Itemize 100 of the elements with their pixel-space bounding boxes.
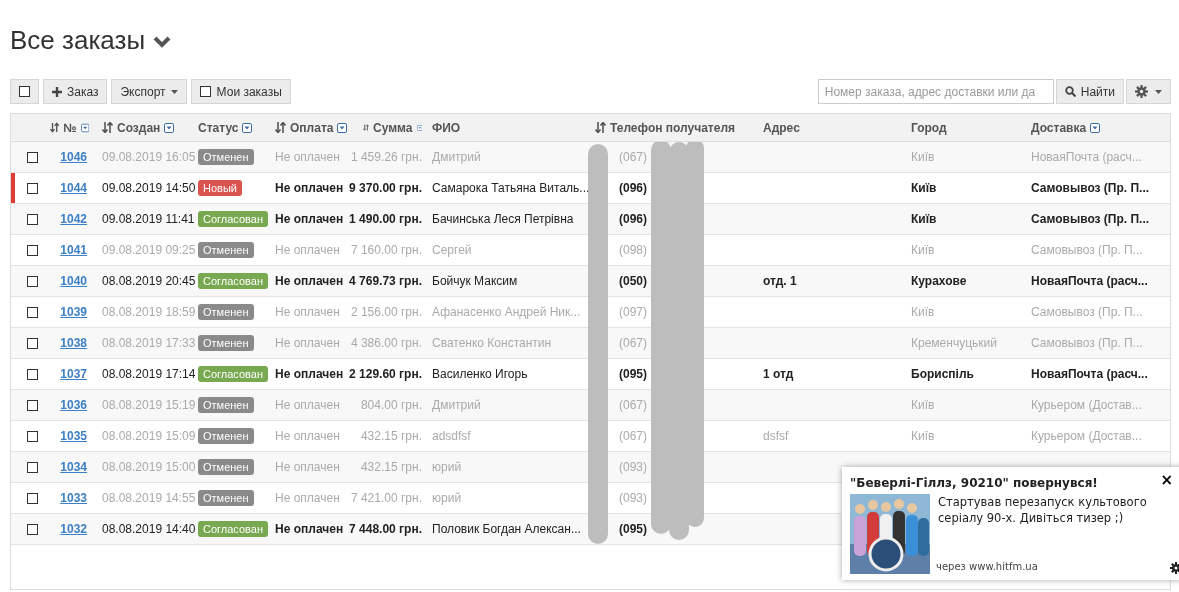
chevron-down-icon[interactable] [153, 36, 172, 48]
table-cell: (067) [619, 398, 647, 412]
status-badge: Отменен [198, 149, 254, 165]
status-badge: Согласован [198, 366, 269, 382]
checkbox[interactable] [19, 86, 30, 97]
column-header[interactable]: Доставка [1031, 120, 1170, 135]
table-cell: Київ [911, 243, 935, 257]
table-cell: Сергей [432, 243, 472, 257]
notification-popup[interactable]: "Беверлі-Гіллз, 90210" повернувся! Стартував перезапуск культового серіалу 90-х. Дивіться тизер ;) через www.hitfm.ua × [842, 467, 1179, 580]
order-link[interactable]: 1046 [60, 150, 87, 164]
order-link[interactable]: 1033 [60, 491, 87, 505]
table-row[interactable]: 1046 09.08.2019 16:05 Отменен Не оплачен 1 459.26 грн. Дмитрий (067) Київ НоваяПочта (расч... [11, 142, 1170, 173]
order-link[interactable]: 1032 [60, 522, 87, 536]
table-cell: Не оплачен [275, 150, 340, 164]
table-cell: 432.15 грн. [360, 460, 422, 474]
column-header[interactable]: Телефон получателя [595, 120, 763, 135]
settings-button[interactable] [1126, 79, 1171, 104]
filter-dropdown-icon[interactable] [242, 122, 253, 133]
order-link[interactable]: 1042 [60, 212, 87, 226]
table-cell: 08.08.2019 17:33 [102, 336, 196, 350]
sort-icon[interactable] [595, 122, 606, 133]
order-link[interactable]: 1044 [60, 181, 87, 195]
row-checkbox[interactable] [27, 213, 38, 225]
export-dropdown[interactable]: Экспорт [111, 79, 187, 104]
row-checkbox[interactable] [27, 182, 38, 194]
table-cell: 08.08.2019 15:19 [102, 398, 196, 412]
table-cell: (050) [619, 274, 647, 288]
table-cell: 2 156.00 грн. [350, 305, 422, 319]
row-checkbox[interactable] [27, 244, 38, 256]
table-cell: Не оплачен [275, 181, 344, 195]
table-cell: Самовывоз (Пр. П... [1031, 305, 1143, 319]
table-cell: Не оплачен [275, 367, 344, 381]
filter-dropdown-icon[interactable] [80, 122, 89, 133]
column-header[interactable]: Оплата [275, 120, 355, 135]
table-row[interactable]: 1038 08.08.2019 17:33 Отменен Не оплачен 4 386.00 грн. Сватенко Константин (067) Кременчуцький Самовывоз (Пр. П... [11, 328, 1170, 359]
table-cell: 1 490.00 грн. [349, 212, 422, 226]
status-badge: Отменен [198, 490, 254, 506]
table-cell: (093) [619, 460, 647, 474]
filter-dropdown-icon[interactable] [1090, 122, 1101, 133]
column-header[interactable]: Сумма [355, 120, 430, 135]
filter-dropdown-icon[interactable] [164, 122, 175, 133]
row-checkbox[interactable] [27, 492, 38, 504]
table-cell: Бориспіль [911, 367, 974, 381]
table-cell: Кременчуцький [911, 336, 997, 350]
table-cell: 2 129.60 грн. [349, 367, 422, 381]
row-checkbox[interactable] [27, 368, 38, 380]
table-cell: 08.08.2019 14:55 [102, 491, 196, 505]
column-header[interactable]: Статус [198, 120, 275, 135]
order-link[interactable]: 1040 [60, 274, 87, 288]
table-cell: отд. 1 [763, 274, 797, 288]
select-all-button[interactable] [10, 79, 39, 104]
row-checkbox[interactable] [27, 399, 38, 411]
status-badge: Отменен [198, 304, 254, 320]
row-checkbox[interactable] [27, 430, 38, 442]
table-cell: Не оплачен [275, 398, 340, 412]
row-checkbox[interactable] [27, 461, 38, 473]
table-cell: Курьером (Достав... [1031, 429, 1142, 443]
row-checkbox[interactable] [27, 151, 38, 163]
my-orders-toggle[interactable]: Мои заказы [190, 79, 291, 104]
order-link[interactable]: 1037 [60, 367, 87, 381]
row-checkbox[interactable] [27, 306, 38, 318]
table-row[interactable]: 1042 09.08.2019 11:41 Согласован Не оплачен 1 490.00 грн. Бачинська Леся Петрівна (096) Київ Самовывоз (Пр. П... [11, 204, 1170, 235]
order-link[interactable]: 1036 [60, 398, 87, 412]
table-cell: Не оплачен [275, 429, 340, 443]
row-checkbox[interactable] [27, 523, 38, 535]
filter-dropdown-icon[interactable] [337, 122, 348, 133]
row-checkbox[interactable] [27, 337, 38, 349]
table-cell: Київ [911, 429, 935, 443]
status-badge: Отменен [198, 428, 254, 444]
row-checkbox[interactable] [27, 275, 38, 287]
column-header[interactable]: Адрес [763, 120, 911, 135]
table-cell: (095) [619, 367, 647, 381]
order-link[interactable]: 1034 [60, 460, 87, 474]
table-cell: Самарока Татьяна Виталь... [432, 181, 590, 195]
column-header[interactable]: Город [911, 120, 1031, 135]
sort-icon[interactable] [275, 122, 286, 133]
sort-icon[interactable] [102, 122, 113, 133]
add-order-button[interactable]: Заказ [43, 79, 108, 104]
column-header[interactable]: № [50, 120, 95, 135]
table-row[interactable]: 1040 08.08.2019 20:45 Согласован Не оплачен 4 769.73 грн. Бойчук Максим (050) отд. 1 Курахове НоваяПочта (расч... [11, 266, 1170, 297]
order-link[interactable]: 1039 [60, 305, 87, 319]
sort-icon[interactable] [50, 122, 60, 133]
column-header[interactable]: Создан [95, 120, 198, 135]
order-link[interactable]: 1038 [60, 336, 87, 350]
table-cell: Київ [911, 398, 935, 412]
table-cell: (098) [619, 243, 647, 257]
table-row[interactable]: 1036 08.08.2019 15:19 Отменен Не оплачен 804.00 грн. Дмитрий (067) Київ Курьером (Достав... [11, 390, 1170, 421]
table-cell: Самовывоз (Пр. П... [1031, 336, 1143, 350]
status-badge: Отменен [198, 242, 254, 258]
sort-icon[interactable] [363, 122, 370, 133]
order-link[interactable]: 1041 [60, 243, 87, 257]
order-link[interactable]: 1035 [60, 429, 87, 443]
search-button[interactable]: Найти [1055, 79, 1124, 104]
caret-icon [170, 89, 178, 94]
settings-icon[interactable] [1170, 561, 1179, 575]
plus-icon [52, 86, 62, 97]
table-cell: 7 448.00 грн. [349, 522, 422, 536]
column-header[interactable]: ФИО [430, 120, 595, 135]
search-field[interactable]: Номер заказа, адрес доставки или да [817, 79, 1054, 104]
table-cell: 08.08.2019 15:00 [102, 460, 196, 474]
